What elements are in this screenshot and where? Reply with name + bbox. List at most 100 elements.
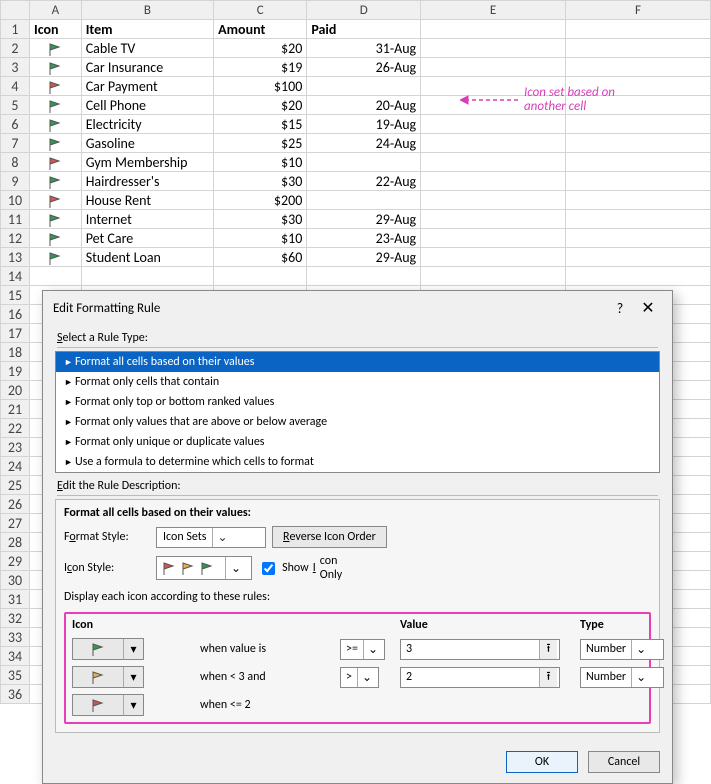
reverse-icon-order-button[interactable]: Reverse Icon Order <box>272 526 387 548</box>
cell-item[interactable]: Student Loan <box>81 248 213 267</box>
table-row[interactable]: 8 Gym Membership $10 <box>1 153 711 172</box>
cell-paid[interactable]: 29-Aug <box>307 248 421 267</box>
cell-amount[interactable]: $19 <box>214 58 307 77</box>
cell-paid[interactable]: 22-Aug <box>307 172 421 191</box>
cell-item[interactable]: Car Insurance <box>81 58 213 77</box>
table-row[interactable]: 6 Electricity $15 19-Aug <box>1 115 711 134</box>
cell-paid[interactable]: 29-Aug <box>307 210 421 229</box>
rule-operator-dropdown[interactable]: >⌄ <box>340 667 379 688</box>
table-row[interactable]: 2 Cable TV $20 31-Aug <box>1 39 711 58</box>
row-header[interactable]: 13 <box>1 248 30 267</box>
row-header[interactable]: 34 <box>1 647 30 666</box>
format-style-dropdown[interactable]: Icon Sets⌄ <box>156 527 266 548</box>
table-row[interactable]: 13 Student Loan $60 29-Aug <box>1 248 711 267</box>
row-header[interactable]: 28 <box>1 533 30 552</box>
row-header[interactable]: 31 <box>1 590 30 609</box>
col-header-a[interactable]: A <box>29 1 81 20</box>
row-header[interactable]: 5 <box>1 96 30 115</box>
flag-icon[interactable] <box>29 115 81 134</box>
row-header[interactable]: 7 <box>1 134 30 153</box>
cell-paid[interactable] <box>307 191 421 210</box>
row-header[interactable]: 33 <box>1 628 30 647</box>
row-header[interactable]: 32 <box>1 609 30 628</box>
table-row[interactable]: 9 Hairdresser's $30 22-Aug <box>1 172 711 191</box>
rule-icon-dropdown[interactable]: ▾ <box>72 694 144 716</box>
table-row[interactable]: 4 Car Payment $100 <box>1 77 711 96</box>
row-header[interactable]: 1 <box>1 20 30 39</box>
row-header[interactable]: 17 <box>1 324 30 343</box>
rule-type-item[interactable]: Use a formula to determine which cells t… <box>56 452 659 472</box>
table-row[interactable]: 12 Pet Care $10 23-Aug <box>1 229 711 248</box>
table-row[interactable]: 14 <box>1 267 711 286</box>
cell-amount[interactable]: $25 <box>214 134 307 153</box>
row-header[interactable]: 21 <box>1 400 30 419</box>
close-button[interactable]: ✕ <box>634 297 662 319</box>
table-row[interactable]: 1 Icon Item Amount Paid <box>1 20 711 39</box>
icon-style-dropdown[interactable]: ⌄ <box>156 556 252 580</box>
cell-amount[interactable]: $15 <box>214 115 307 134</box>
row-header[interactable]: 36 <box>1 685 30 704</box>
row-header[interactable]: 9 <box>1 172 30 191</box>
cancel-button[interactable]: Cancel <box>588 751 660 773</box>
rule-type-item[interactable]: Format all cells based on their values <box>56 352 659 372</box>
row-header[interactable]: 3 <box>1 58 30 77</box>
col-header-e[interactable]: E <box>421 1 566 20</box>
cell-paid[interactable]: 24-Aug <box>307 134 421 153</box>
cell-item[interactable]: Cell Phone <box>81 96 213 115</box>
cell-item[interactable]: Car Payment <box>81 77 213 96</box>
row-header[interactable]: 30 <box>1 571 30 590</box>
row-header[interactable]: 20 <box>1 381 30 400</box>
cell-item[interactable]: Gasoline <box>81 134 213 153</box>
rule-type-item[interactable]: Format only values that are above or bel… <box>56 412 659 432</box>
flag-icon[interactable] <box>29 229 81 248</box>
ok-button[interactable]: OK <box>506 751 578 773</box>
cell-amount[interactable]: $10 <box>214 229 307 248</box>
row-header[interactable]: 24 <box>1 457 30 476</box>
row-header[interactable]: 23 <box>1 438 30 457</box>
rule-type-item[interactable]: Format only unique or duplicate values <box>56 432 659 452</box>
rule-icon-dropdown[interactable]: ▾ <box>72 666 144 688</box>
header-amount[interactable]: Amount <box>214 20 307 39</box>
row-header[interactable]: 26 <box>1 495 30 514</box>
cell-amount[interactable]: $100 <box>214 77 307 96</box>
range-picker-icon[interactable]: ⭱ <box>539 640 557 659</box>
cell-amount[interactable]: $20 <box>214 96 307 115</box>
row-header[interactable]: 22 <box>1 419 30 438</box>
rule-type-item[interactable]: Format only cells that contain <box>56 372 659 392</box>
table-row[interactable]: 3 Car Insurance $19 26-Aug <box>1 58 711 77</box>
cell-paid[interactable] <box>307 77 421 96</box>
flag-icon[interactable] <box>29 39 81 58</box>
flag-icon[interactable] <box>29 153 81 172</box>
rule-type-dropdown[interactable]: Number⌄ <box>580 639 664 660</box>
cell-paid[interactable]: 31-Aug <box>307 39 421 58</box>
row-header[interactable]: 14 <box>1 267 30 286</box>
cell-item[interactable]: Internet <box>81 210 213 229</box>
col-header-c[interactable]: C <box>214 1 307 20</box>
row-header[interactable]: 15 <box>1 286 30 305</box>
rule-value-input[interactable]: 2⭱ <box>400 667 560 688</box>
cell-amount[interactable]: $20 <box>214 39 307 58</box>
table-row[interactable]: 10 House Rent $200 <box>1 191 711 210</box>
row-header[interactable]: 35 <box>1 666 30 685</box>
header-paid[interactable]: Paid <box>307 20 421 39</box>
select-all-corner[interactable] <box>1 1 30 20</box>
row-header[interactable]: 27 <box>1 514 30 533</box>
table-row[interactable]: 5 Cell Phone $20 20-Aug <box>1 96 711 115</box>
cell-amount[interactable]: $200 <box>214 191 307 210</box>
rule-icon-dropdown[interactable]: ▾ <box>72 638 144 660</box>
rule-operator-dropdown[interactable]: >=⌄ <box>340 639 385 660</box>
row-header[interactable]: 10 <box>1 191 30 210</box>
row-header[interactable]: 25 <box>1 476 30 495</box>
header-item[interactable]: Item <box>81 20 213 39</box>
table-row[interactable]: 7 Gasoline $25 24-Aug <box>1 134 711 153</box>
table-row[interactable]: 11 Internet $30 29-Aug <box>1 210 711 229</box>
cell-amount[interactable]: $30 <box>214 172 307 191</box>
rule-type-list[interactable]: Format all cells based on their valuesFo… <box>55 351 660 473</box>
cell-item[interactable]: Electricity <box>81 115 213 134</box>
header-icon[interactable]: Icon <box>29 20 81 39</box>
cell-item[interactable]: Hairdresser's <box>81 172 213 191</box>
cell-item[interactable]: House Rent <box>81 191 213 210</box>
row-header[interactable]: 8 <box>1 153 30 172</box>
show-icon-only-checkbox[interactable]: Show Icon Only <box>258 554 344 582</box>
cell-item[interactable]: Cable TV <box>81 39 213 58</box>
